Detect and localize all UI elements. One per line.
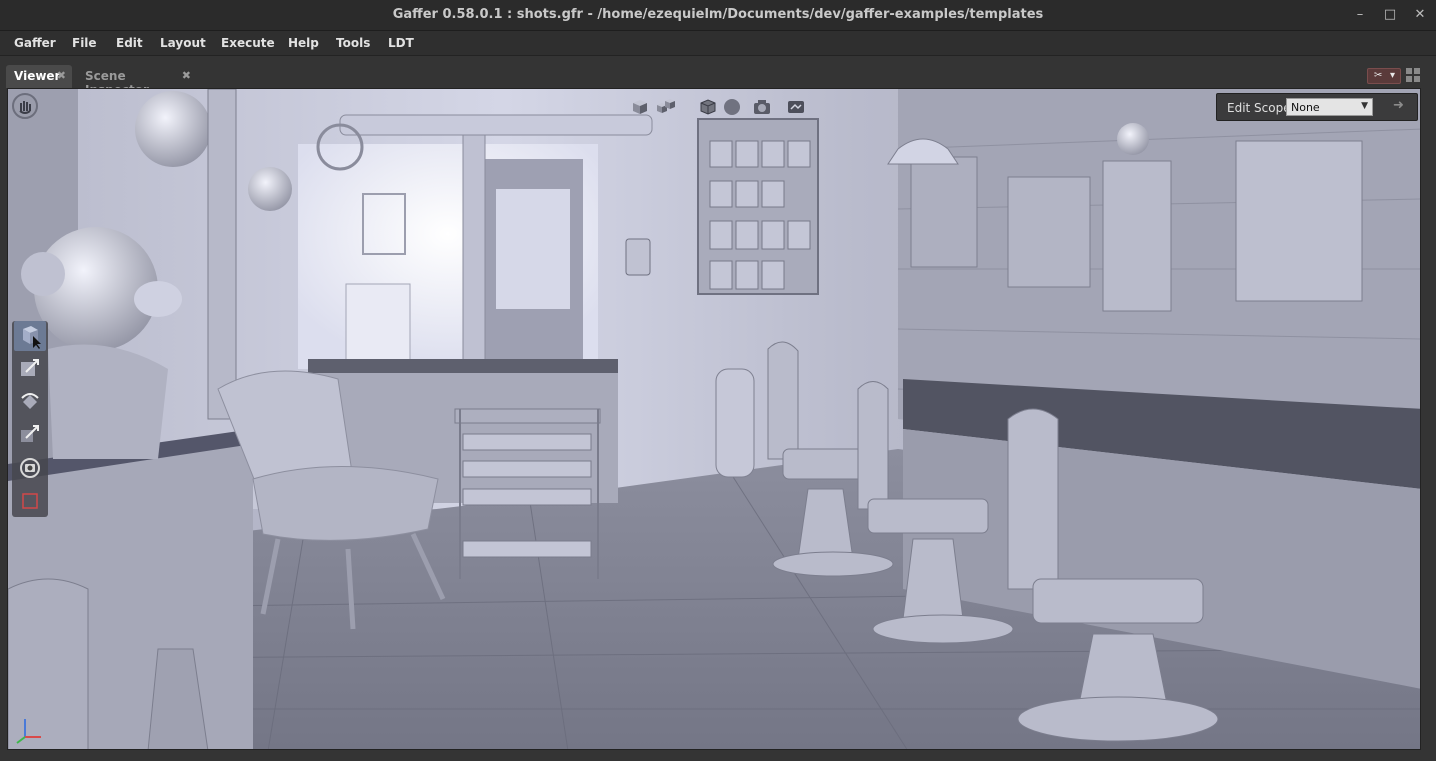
editor-tab-bar: Viewer ✖ Scene Inspector ✖ xyxy=(0,57,1436,97)
scissors-icon: ✂ xyxy=(1374,70,1383,81)
scale-icon xyxy=(21,425,39,442)
translate-icon xyxy=(21,359,39,376)
menu-help[interactable]: Help xyxy=(288,36,319,50)
grid-icon[interactable] xyxy=(1406,68,1420,82)
menu-bar: Gaffer File Edit Layout Execute Help Too… xyxy=(0,31,1436,56)
scene-render xyxy=(8,89,1420,749)
camera-icon[interactable] xyxy=(752,97,772,117)
menu-ldt[interactable]: LDT xyxy=(388,36,414,50)
viewer-toolbox xyxy=(12,321,48,517)
shading-icon[interactable] xyxy=(722,97,742,117)
expand-selection-icon[interactable] xyxy=(630,97,650,117)
camera-tool-icon xyxy=(20,458,40,478)
menu-file[interactable]: File xyxy=(72,36,97,50)
menu-edit[interactable]: Edit xyxy=(116,36,143,50)
navigate-arrow-icon[interactable]: ➜ xyxy=(1393,98,1404,113)
rotate-icon xyxy=(21,393,39,409)
menu-execute[interactable]: Execute xyxy=(221,36,275,50)
crop-window-tool-button[interactable] xyxy=(14,486,46,516)
lighting-icon[interactable] xyxy=(786,97,806,117)
select-icon xyxy=(23,326,41,349)
maximize-button[interactable]: □ xyxy=(1381,6,1399,24)
minimize-button[interactable]: – xyxy=(1351,6,1369,24)
edit-scope-label: Edit Scope xyxy=(1227,101,1291,115)
viewer-viewport[interactable]: Edit Scope None ▼ ➜ xyxy=(7,88,1421,750)
chevron-down-icon: ▾ xyxy=(1390,70,1396,81)
close-icon[interactable]: ✖ xyxy=(57,69,66,82)
close-icon[interactable]: ✖ xyxy=(182,69,191,82)
hand-icon xyxy=(19,101,31,114)
layout-menu-button[interactable]: ✂ ▾ xyxy=(1367,68,1401,84)
window-title: Gaffer 0.58.0.1 : shots.gfr - /home/ezeq… xyxy=(392,7,1044,22)
menu-layout[interactable]: Layout xyxy=(160,36,206,50)
fully-expand-icon[interactable] xyxy=(656,97,676,117)
edit-scope-dropdown[interactable]: None ▼ xyxy=(1286,98,1373,116)
title-bar: Gaffer 0.58.0.1 : shots.gfr - /home/ezeq… xyxy=(0,0,1436,31)
hand-tool-button[interactable] xyxy=(12,93,38,119)
axis-gnomon-icon xyxy=(16,719,41,744)
gaffer-window: Gaffer 0.58.0.1 : shots.gfr - /home/ezeq… xyxy=(0,0,1436,761)
tab-scene-inspector[interactable]: Scene Inspector ✖ xyxy=(77,65,197,97)
rotate-tool-button[interactable] xyxy=(14,387,46,417)
tab-viewer-label: Viewer xyxy=(14,69,61,83)
scale-tool-button[interactable] xyxy=(14,420,46,450)
chevron-down-icon: ▼ xyxy=(1361,101,1368,111)
translate-tool-button[interactable] xyxy=(14,354,46,384)
tab-viewer[interactable]: Viewer ✖ xyxy=(6,65,72,88)
viewer-toolbar xyxy=(630,95,806,119)
menu-tools[interactable]: Tools xyxy=(336,36,370,50)
edit-scope-value: None xyxy=(1291,101,1320,114)
select-tool-button[interactable] xyxy=(14,321,46,351)
menu-gaffer[interactable]: Gaffer xyxy=(14,36,56,50)
camera-tool-button[interactable] xyxy=(14,453,46,483)
crop-window-icon xyxy=(22,493,38,509)
edit-scope-widget: Edit Scope None ▼ ➜ xyxy=(1216,93,1418,121)
wireframe-icon[interactable] xyxy=(698,97,718,117)
close-window-button[interactable]: ✕ xyxy=(1411,6,1429,24)
